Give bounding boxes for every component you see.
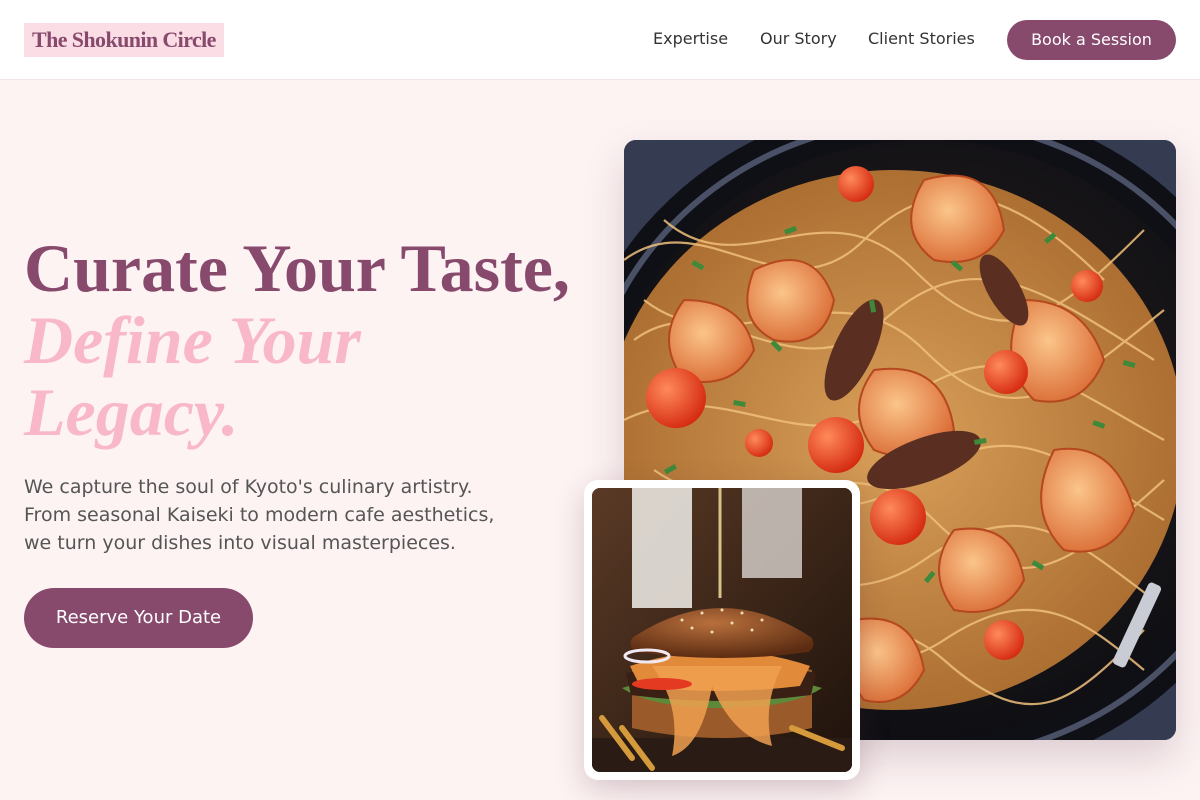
headline-line-2: Define Your [24, 302, 361, 378]
hero-description-line: From seasonal Kaiseki to modern cafe aes… [24, 504, 495, 526]
nav-link-expertise[interactable]: Expertise [653, 29, 728, 49]
nav-link-our-story[interactable]: Our Story [760, 29, 837, 49]
book-session-button[interactable]: Book a Session [1007, 20, 1176, 60]
hero-description: We capture the soul of Kyoto's culinary … [24, 473, 564, 557]
reserve-date-button[interactable]: Reserve Your Date [24, 588, 253, 648]
site-header: The Shokunin Circle Expertise Our Story … [0, 0, 1200, 80]
nav-link-client-stories[interactable]: Client Stories [868, 29, 975, 49]
headline-line-3: Legacy. [24, 374, 239, 450]
burger-photo-card [584, 480, 860, 780]
burger-photo [592, 488, 852, 772]
burger-illustration [592, 488, 852, 772]
hero-description-line: We capture the soul of Kyoto's culinary … [24, 476, 473, 498]
site-logo[interactable]: The Shokunin Circle [24, 23, 224, 57]
hero-description-line: we turn your dishes into visual masterpi… [24, 532, 456, 554]
headline-line-1: Curate Your Taste, [24, 230, 570, 306]
hero-headline: Curate Your Taste, Define Your Legacy. [24, 232, 570, 448]
